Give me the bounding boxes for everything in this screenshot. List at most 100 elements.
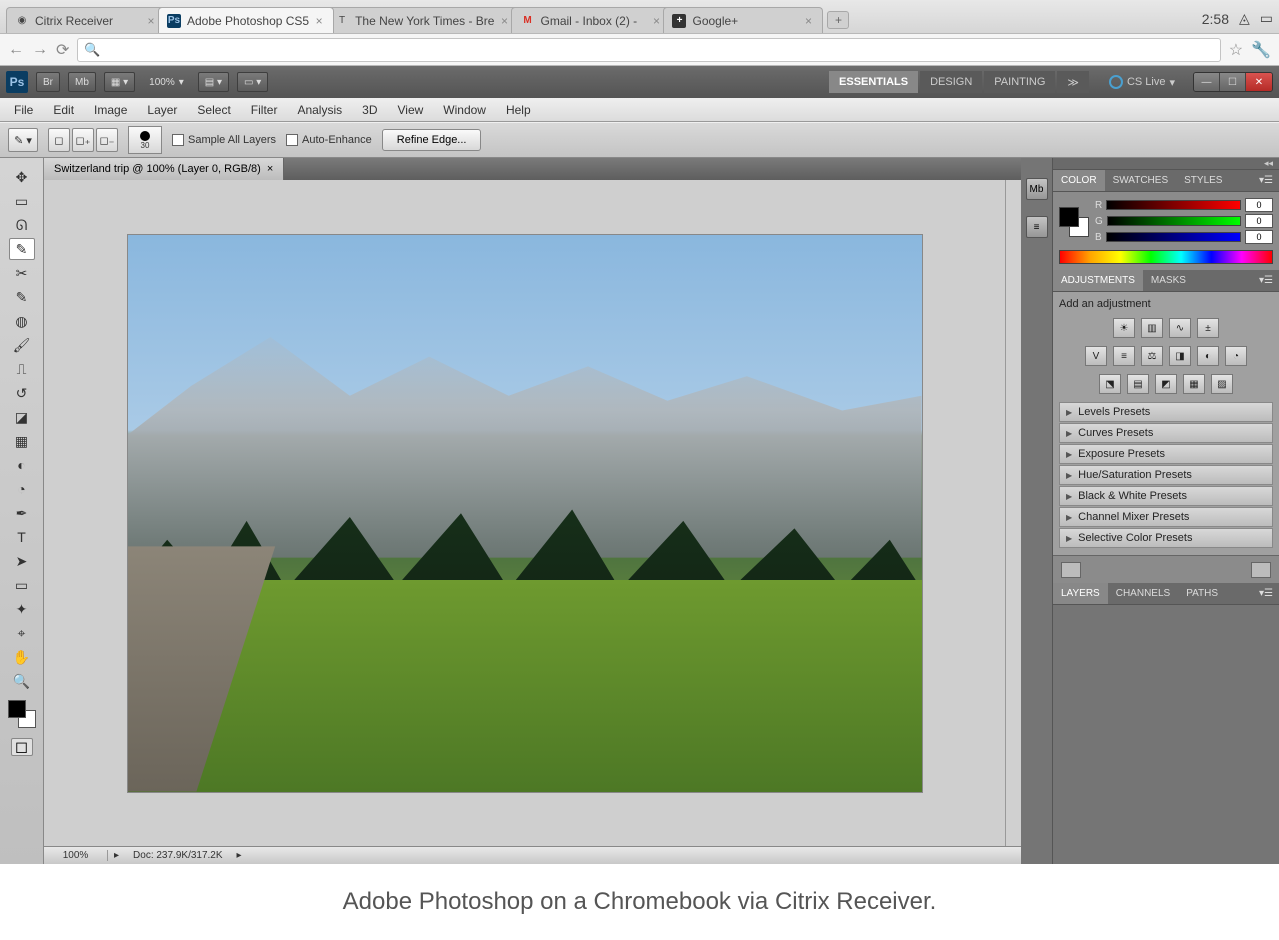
forward-button[interactable]: → (32, 41, 48, 59)
cs-live-button[interactable]: CS Live ▾ (1109, 75, 1175, 89)
status-zoom[interactable]: 100% (44, 850, 108, 861)
browser-tab[interactable]: TThe New York Times - Bre× (326, 7, 519, 33)
workspace-design[interactable]: DESIGN (920, 71, 982, 93)
menu-window[interactable]: Window (433, 98, 496, 122)
quick-mask-icon[interactable]: ◻ (11, 738, 33, 756)
panel-menu-icon[interactable]: ▾☰ (1253, 270, 1279, 291)
crop-tool-icon[interactable]: ✂ (9, 262, 35, 284)
close-icon[interactable]: × (267, 163, 273, 175)
camera-tool-icon[interactable]: ⌖ (9, 622, 35, 644)
new-selection-icon[interactable]: ◻ (48, 128, 70, 152)
invert-icon[interactable]: ⬔ (1099, 374, 1121, 394)
close-button[interactable]: ✕ (1246, 73, 1272, 91)
path-selection-tool-icon[interactable]: ➤ (9, 550, 35, 572)
b-slider[interactable] (1106, 232, 1241, 242)
workspace-more[interactable]: ≫ (1057, 71, 1089, 93)
bridge-button[interactable]: Br (36, 72, 60, 92)
view-extras-button[interactable]: ▦ ▾ (104, 72, 135, 92)
current-tool-icon[interactable]: ✎ ▾ (8, 128, 38, 152)
g-slider[interactable] (1107, 216, 1241, 226)
preset-bw[interactable]: ▶Black & White Presets (1059, 486, 1273, 506)
close-icon[interactable]: × (802, 15, 814, 27)
menu-select[interactable]: Select (187, 98, 240, 122)
menu-image[interactable]: Image (84, 98, 137, 122)
menu-edit[interactable]: Edit (43, 98, 84, 122)
preset-curves[interactable]: ▶Curves Presets (1059, 423, 1273, 443)
minimize-button[interactable]: — (1194, 73, 1220, 91)
system-tray[interactable]: 2:58 ◬ ▭ (1202, 10, 1273, 33)
reload-button[interactable]: ⟳ (56, 40, 69, 60)
document-tab[interactable]: Switzerland trip @ 100% (Layer 0, RGB/8)… (44, 158, 284, 180)
tab-masks[interactable]: MASKS (1143, 270, 1194, 291)
menu-filter[interactable]: Filter (241, 98, 288, 122)
close-icon[interactable]: × (313, 15, 325, 27)
workspace-painting[interactable]: PAINTING (984, 71, 1055, 93)
workspace-essentials[interactable]: ESSENTIALS (829, 71, 918, 93)
channel-mixer-icon[interactable]: ◔ (1225, 346, 1247, 366)
address-bar[interactable]: 🔍 (77, 38, 1220, 62)
close-icon[interactable]: × (145, 15, 157, 27)
wrench-icon[interactable]: 🔧 (1251, 40, 1271, 60)
vertical-scrollbar[interactable] (1005, 180, 1021, 846)
photoshop-logo-icon[interactable]: Ps (6, 71, 28, 93)
quick-selection-tool-icon[interactable]: ✎ (9, 238, 35, 260)
gradient-map-icon[interactable]: ▦ (1183, 374, 1205, 394)
browser-tab[interactable]: ◉Citrix Receiver× (6, 7, 166, 33)
threshold-icon[interactable]: ◩ (1155, 374, 1177, 394)
move-tool-icon[interactable]: ✥ (9, 166, 35, 188)
curves-icon[interactable]: ∿ (1169, 318, 1191, 338)
new-tab-button[interactable]: + (827, 11, 849, 29)
3d-tool-icon[interactable]: ✦ (9, 598, 35, 620)
tab-swatches[interactable]: SWATCHES (1105, 170, 1177, 191)
auto-enhance-checkbox[interactable]: Auto-Enhance (286, 134, 372, 146)
posterize-icon[interactable]: ▤ (1127, 374, 1149, 394)
history-brush-tool-icon[interactable]: ↺ (9, 382, 35, 404)
color-spectrum[interactable] (1059, 250, 1273, 264)
tab-color[interactable]: COLOR (1053, 170, 1105, 191)
bw-icon[interactable]: ◨ (1169, 346, 1191, 366)
adjustment-trash-icon[interactable] (1251, 562, 1271, 578)
bookmark-icon[interactable]: ☆ (1229, 40, 1243, 60)
marquee-tool-icon[interactable]: ▭ (9, 190, 35, 212)
minibridge-panel-icon[interactable]: Mb (1026, 178, 1048, 200)
color-swatches[interactable] (8, 700, 36, 728)
brightness-icon[interactable]: ☀ (1113, 318, 1135, 338)
back-button[interactable]: ← (8, 41, 24, 59)
screen-mode-button[interactable]: ▭ ▾ (237, 72, 268, 92)
exposure-icon[interactable]: ± (1197, 318, 1219, 338)
zoom-level[interactable]: 100% ▾ (143, 72, 190, 92)
refine-edge-button[interactable]: Refine Edge... (382, 129, 482, 151)
menu-3d[interactable]: 3D (352, 98, 387, 122)
eraser-tool-icon[interactable]: ◪ (9, 406, 35, 428)
brush-tool-icon[interactable]: 🖌 (9, 334, 35, 356)
preset-levels[interactable]: ▶Levels Presets (1059, 402, 1273, 422)
r-slider[interactable] (1106, 200, 1241, 210)
lasso-tool-icon[interactable]: ᘏ (9, 214, 35, 236)
menu-help[interactable]: Help (496, 98, 541, 122)
stamp-tool-icon[interactable]: ⎍ (9, 358, 35, 380)
levels-icon[interactable]: ▥ (1141, 318, 1163, 338)
menu-view[interactable]: View (387, 98, 433, 122)
dodge-tool-icon[interactable]: ◔ (9, 478, 35, 500)
maximize-button[interactable]: ☐ (1220, 73, 1246, 91)
close-icon[interactable]: × (498, 15, 510, 27)
hand-tool-icon[interactable]: ✋ (9, 646, 35, 668)
eyedropper-tool-icon[interactable]: ✎ (9, 286, 35, 308)
browser-tab[interactable]: MGmail - Inbox (2) -× (511, 7, 671, 33)
selective-color-icon[interactable]: ▨ (1211, 374, 1233, 394)
add-selection-icon[interactable]: ◻₊ (72, 128, 94, 152)
wifi-icon[interactable]: ◬ (1239, 10, 1250, 27)
vibrance-icon[interactable]: V (1085, 346, 1107, 366)
type-tool-icon[interactable]: T (9, 526, 35, 548)
b-input[interactable] (1245, 230, 1273, 244)
browser-tab[interactable]: PsAdobe Photoshop CS5× (158, 7, 334, 33)
history-panel-icon[interactable]: ≡ (1026, 216, 1048, 238)
color-balance-icon[interactable]: ⚖ (1141, 346, 1163, 366)
pen-tool-icon[interactable]: ✒ (9, 502, 35, 524)
zoom-tool-icon[interactable]: 🔍 (9, 670, 35, 692)
panel-menu-icon[interactable]: ▾☰ (1253, 583, 1279, 604)
sample-all-layers-checkbox[interactable]: Sample All Layers (172, 134, 276, 146)
arrange-documents-button[interactable]: ▤ ▾ (198, 72, 229, 92)
tab-paths[interactable]: PATHS (1178, 583, 1226, 604)
status-arrow-icon[interactable]: ▸ (231, 850, 248, 861)
